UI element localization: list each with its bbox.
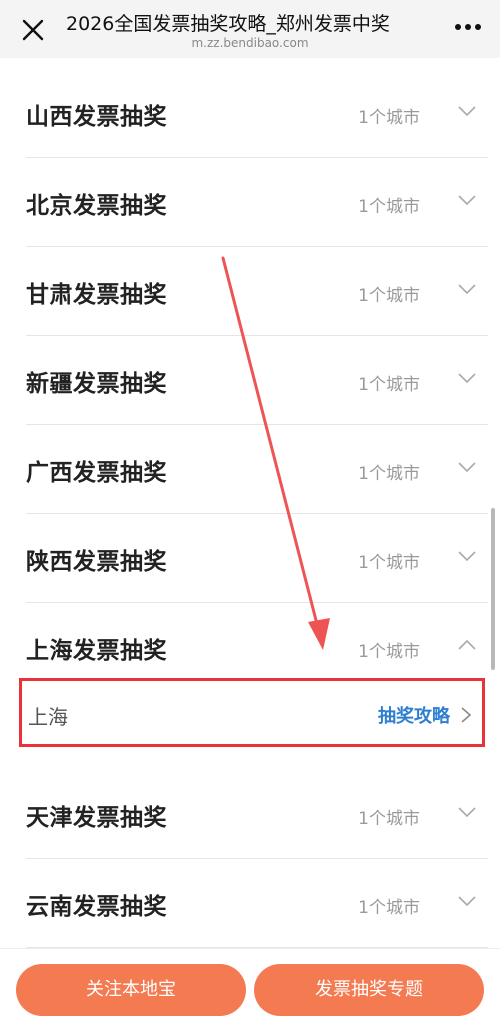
- province-label: 北京发票抽奖: [26, 193, 167, 219]
- list-item[interactable]: 陕西发票抽奖 1个城市: [26, 514, 488, 603]
- more-options-icon[interactable]: [454, 22, 482, 32]
- province-label: 云南发票抽奖: [26, 894, 167, 920]
- city-count: 1个城市: [358, 197, 420, 217]
- province-label: 山西发票抽奖: [26, 104, 167, 130]
- chevron-down-icon: [458, 373, 476, 384]
- city-count: 1个城市: [358, 464, 420, 484]
- city-count: 1个城市: [358, 286, 420, 306]
- page-url: m.zz.bendibao.com: [191, 36, 309, 50]
- list-item[interactable]: 北京发票抽奖 1个城市: [26, 158, 488, 247]
- list-item[interactable]: 天津发票抽奖 1个城市: [26, 770, 488, 859]
- province-label: 广西发票抽奖: [26, 460, 167, 486]
- city-label: 上海: [28, 705, 68, 729]
- scrollbar[interactable]: [491, 508, 495, 670]
- city-count: 1个城市: [358, 809, 420, 829]
- province-list: 山西发票抽奖 1个城市 北京发票抽奖 1个城市 甘肃发票抽奖 1个城市 新疆发票…: [0, 58, 500, 948]
- list-item[interactable]: 新疆发票抽奖 1个城市: [26, 336, 488, 425]
- lottery-guide-link[interactable]: 抽奖攻略: [378, 702, 450, 728]
- chevron-down-icon: [458, 896, 476, 907]
- chevron-right-icon: [461, 707, 472, 723]
- city-count: 1个城市: [358, 553, 420, 573]
- city-sub-item[interactable]: 上海 抽奖攻略: [19, 678, 485, 747]
- city-count: 1个城市: [358, 642, 420, 662]
- province-label: 上海发票抽奖: [26, 638, 167, 664]
- follow-button[interactable]: 关注本地宝: [16, 964, 246, 1016]
- city-count: 1个城市: [358, 375, 420, 395]
- chevron-down-icon: [458, 807, 476, 818]
- chevron-down-icon: [458, 195, 476, 206]
- top-bar: 2026全国发票抽奖攻略_郑州发票中奖 m.zz.bendibao.com: [0, 0, 500, 58]
- list-item[interactable]: 山西发票抽奖 1个城市: [26, 69, 488, 158]
- province-label: 甘肃发票抽奖: [26, 282, 167, 308]
- chevron-down-icon: [458, 284, 476, 295]
- chevron-up-icon: [458, 639, 476, 650]
- province-label: 陕西发票抽奖: [26, 549, 167, 575]
- chevron-down-icon: [458, 551, 476, 562]
- chevron-down-icon: [458, 462, 476, 473]
- bottom-bar: 关注本地宝 发票抽奖专题: [0, 948, 500, 1026]
- list-item[interactable]: 广西发票抽奖 1个城市: [26, 425, 488, 514]
- topic-button[interactable]: 发票抽奖专题: [254, 964, 484, 1016]
- list-item[interactable]: 甘肃发票抽奖 1个城市: [26, 247, 488, 336]
- list-item[interactable]: 云南发票抽奖 1个城市: [26, 859, 488, 948]
- province-label: 天津发票抽奖: [26, 805, 167, 831]
- page-title: 2026全国发票抽奖攻略_郑州发票中奖: [66, 13, 390, 35]
- city-count: 1个城市: [358, 108, 420, 128]
- city-count: 1个城市: [358, 898, 420, 918]
- chevron-down-icon: [458, 106, 476, 117]
- province-label: 新疆发票抽奖: [26, 371, 167, 397]
